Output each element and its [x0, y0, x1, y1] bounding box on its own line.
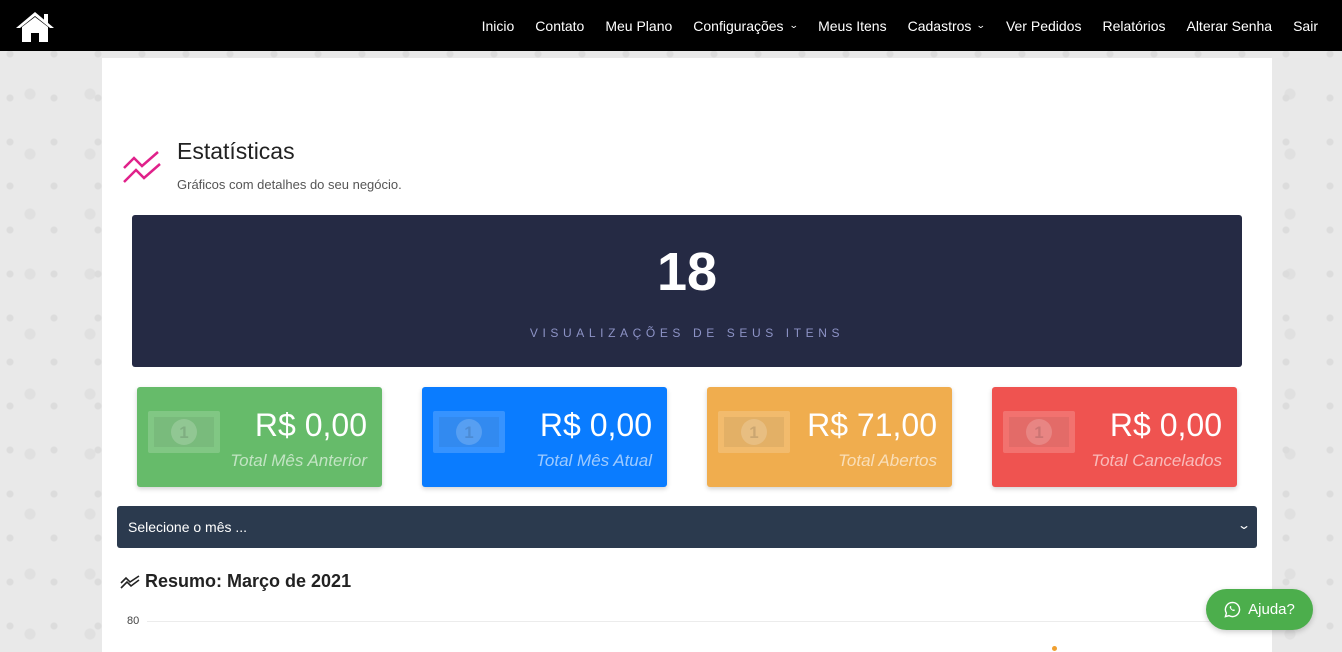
- chevron-down-icon: ⌄: [788, 20, 799, 30]
- card-amount: R$ 0,00: [254, 407, 367, 443]
- month-select-value: Selecione o mês ...: [128, 519, 248, 535]
- banknote-icon: 1: [433, 411, 505, 453]
- svg-text:1: 1: [464, 423, 473, 442]
- banknote-icon: 1: [1003, 411, 1075, 453]
- banknote-icon: 1: [718, 411, 790, 453]
- nav-item-relatorios[interactable]: Relatórios: [1102, 18, 1165, 34]
- svg-text:1: 1: [179, 423, 188, 442]
- nav-label: Contato: [535, 17, 585, 34]
- home-icon[interactable]: [14, 10, 56, 44]
- card-amount: R$ 0,00: [1109, 407, 1222, 443]
- banknote-icon: 1: [148, 411, 220, 453]
- nav-label: Inicio: [481, 17, 515, 34]
- nav-item-alterar-senha[interactable]: Alterar Senha: [1186, 18, 1272, 34]
- nav-label: Meu Plano: [605, 17, 673, 34]
- svg-text:1: 1: [749, 423, 758, 442]
- views-stat-box: 18 VISUALIZAÇÕES DE SEUS ITENS: [132, 215, 1242, 367]
- chart-point: [1052, 646, 1057, 651]
- card-amount: R$ 0,00: [539, 407, 652, 443]
- card-total-cancelados: 1 R$ 0,00 Total Cancelados: [992, 387, 1237, 487]
- views-label: VISUALIZAÇÕES DE SEUS ITENS: [529, 326, 845, 340]
- nav-item-ver-pedidos[interactable]: Ver Pedidos: [1006, 18, 1082, 34]
- chart-gridline: [147, 621, 1257, 622]
- page-title: Estatísticas: [177, 138, 295, 164]
- card-label: Total Cancelados: [1091, 451, 1222, 470]
- card-label: Total Mês Atual: [536, 451, 652, 470]
- card-amount: R$ 71,00: [807, 407, 937, 443]
- nav-item-contato[interactable]: Contato: [535, 18, 584, 34]
- nav-label: Cadastros: [907, 17, 972, 34]
- nav-item-meu-plano[interactable]: Meu Plano: [605, 18, 672, 34]
- nav-item-meus-itens[interactable]: Meus Itens: [818, 18, 886, 34]
- month-select[interactable]: Selecione o mês ... ⌄: [117, 506, 1257, 548]
- top-navbar: Inicio Contato Meu Plano Configurações ⌄ …: [0, 0, 1342, 51]
- card-label: Total Mês Anterior: [230, 451, 367, 470]
- main-panel: Estatísticas Gráficos com detalhes do se…: [102, 58, 1272, 652]
- svg-text:1: 1: [1034, 423, 1043, 442]
- help-label: Ajuda?: [1248, 601, 1295, 618]
- nav-label: Meus Itens: [818, 17, 887, 34]
- trend-line-icon: [122, 150, 162, 186]
- nav-item-configuracoes[interactable]: Configurações ⌄: [693, 17, 799, 34]
- page-subtitle: Gráficos com detalhes do seu negócio.: [177, 177, 402, 192]
- trend-line-icon: [120, 575, 140, 589]
- y-axis-tick: 80: [127, 615, 140, 627]
- nav-label: Sair: [1293, 17, 1318, 34]
- nav-label: Ver Pedidos: [1005, 17, 1082, 34]
- card-total-mes-anterior: 1 R$ 0,00 Total Mês Anterior: [137, 387, 382, 487]
- chevron-down-icon: ⌄: [976, 20, 987, 30]
- help-button[interactable]: Ajuda?: [1206, 589, 1313, 630]
- nav-menu: Inicio Contato Meu Plano Configurações ⌄ …: [461, 0, 1318, 51]
- whatsapp-icon: [1224, 601, 1241, 618]
- nav-item-inicio[interactable]: Inicio: [482, 18, 515, 34]
- resumo-title: Resumo: Março de 2021: [145, 571, 352, 591]
- card-total-mes-atual: 1 R$ 0,00 Total Mês Atual: [422, 387, 667, 487]
- card-total-abertos: 1 R$ 71,00 Total Abertos: [707, 387, 952, 487]
- nav-label: Configurações: [693, 17, 784, 34]
- chevron-down-icon: ⌄: [1236, 518, 1252, 532]
- views-count: 18: [656, 242, 718, 302]
- nav-label: Alterar Senha: [1186, 17, 1273, 34]
- nav-label: Relatórios: [1102, 17, 1166, 34]
- nav-item-sair[interactable]: Sair: [1293, 18, 1318, 34]
- nav-item-cadastros[interactable]: Cadastros ⌄: [907, 17, 987, 34]
- card-label: Total Abertos: [838, 451, 937, 470]
